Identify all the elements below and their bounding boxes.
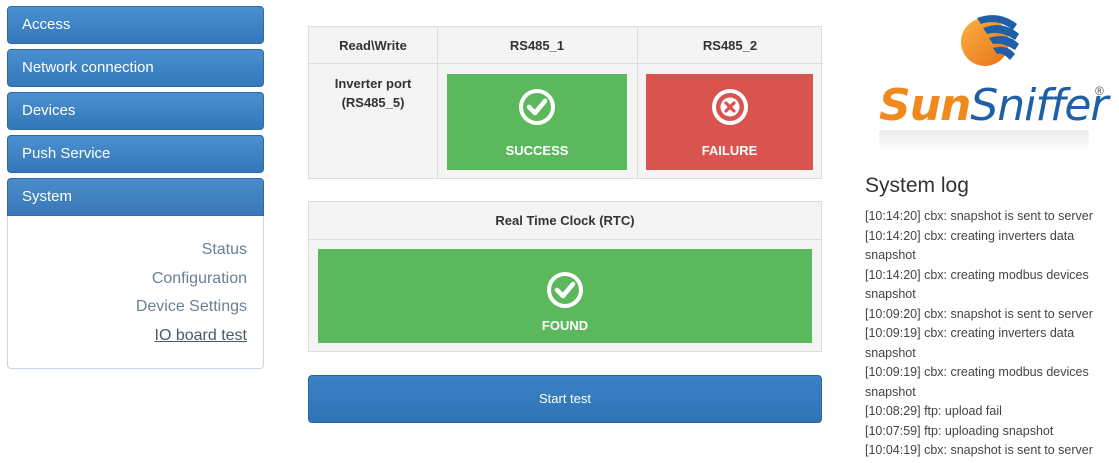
log-line: [10:04:19] cbx: snapshot is sent to serv… <box>865 443 1093 457</box>
submenu-device-settings[interactable]: Device Settings <box>8 293 247 322</box>
column-divider <box>437 27 438 178</box>
nav-devices[interactable]: Devices <box>7 92 264 130</box>
log-line: [10:08:29] ftp: upload fail <box>865 404 1002 418</box>
nav-network-connection[interactable]: Network connection <box>7 49 264 87</box>
logo-registered-mark: ® <box>1095 84 1104 98</box>
log-line: [10:09:19] cbx: creating inverters data <box>865 326 1075 340</box>
log-line: [10:07:59] ftp: uploading snapshot <box>865 423 1054 438</box>
nav-access[interactable]: Access <box>7 6 264 44</box>
submenu-io-board-test[interactable]: IO board test <box>8 322 248 351</box>
system-log-title: System log <box>865 174 969 197</box>
log-line: snapshot <box>865 287 916 301</box>
port-test-table: Read\Write RS485_1 RS485_2 Inverter port… <box>308 26 823 179</box>
header-rs485-1: RS485_1 <box>437 27 637 64</box>
check-circle-icon <box>547 272 583 308</box>
row-label-inverter-port: Inverter port (RS485_5) <box>334 76 412 110</box>
start-test-button[interactable]: Start test <box>308 375 822 423</box>
header-rs485-2: RS485_2 <box>637 27 823 64</box>
sunsniffer-logo: SunSniffer ® <box>873 4 1113 154</box>
nav-push-service[interactable]: Push Service <box>7 135 264 173</box>
sidebar-nav: Access Network connection Devices Push S… <box>7 6 264 369</box>
rtc-title: Real Time Clock (RTC) <box>309 202 821 240</box>
log-line: snapshot <box>865 248 916 262</box>
status-failure-box: FAILURE <box>646 74 813 170</box>
status-success-box: SUCCESS <box>447 74 627 170</box>
nav-system[interactable]: System <box>7 178 264 216</box>
log-line: [10:09:19] cbx: creating modbus devices <box>865 365 1089 379</box>
logo-word-sun: Sun <box>879 80 971 131</box>
system-log: [10:14:20] cbx: snapshot is sent to serv… <box>865 207 1117 461</box>
logo-word-sniffer: Sniffer <box>970 80 1108 131</box>
log-line: [10:14:20] cbx: creating modbus devices <box>865 267 1089 282</box>
status-success-label: SUCCESS <box>505 143 569 158</box>
check-circle-icon <box>519 89 555 125</box>
log-line: [10:14:20] cbx: snapshot is sent to serv… <box>865 209 1093 223</box>
submenu-configuration[interactable]: Configuration <box>8 265 247 294</box>
sun-globe-icon <box>961 15 1019 66</box>
log-line: [10:09:20] cbx: snapshot is sent to serv… <box>865 306 1093 321</box>
x-circle-icon <box>711 89 748 125</box>
log-line: snapshot <box>865 384 916 399</box>
header-read-write: Read\Write <box>309 27 437 64</box>
logo-wordmark: SunSniffer <box>879 80 1109 131</box>
system-submenu: Status Configuration Device Settings IO … <box>7 216 264 369</box>
log-line: snapshot <box>865 345 916 360</box>
status-found-box: FOUND <box>318 249 812 343</box>
log-line: [10:14:20] cbx: creating inverters data <box>865 228 1075 243</box>
column-divider <box>637 27 638 178</box>
status-failure-label: FAILURE <box>701 143 758 158</box>
logo-reflection <box>879 130 1089 152</box>
rtc-table: Real Time Clock (RTC) FOUND <box>308 201 822 352</box>
submenu-status[interactable]: Status <box>8 236 247 265</box>
status-found-label: FOUND <box>541 318 589 333</box>
